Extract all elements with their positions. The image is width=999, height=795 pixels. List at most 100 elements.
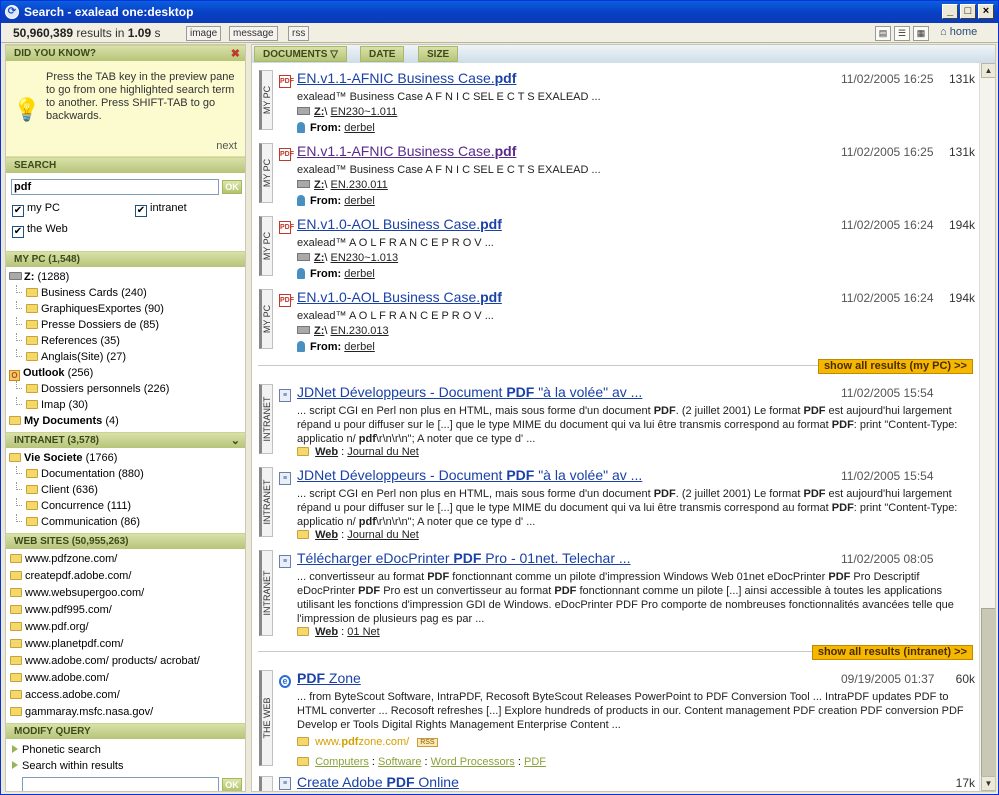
tree-item-folder[interactable]: Concurrence (111) xyxy=(6,498,245,514)
image-button[interactable]: image xyxy=(186,26,222,41)
collapse-icon[interactable]: ⌄ xyxy=(231,433,240,449)
search-ok-button[interactable]: OK xyxy=(222,180,242,194)
web-sites-header[interactable]: WEB SITES (50,955,263) xyxy=(6,533,245,549)
tree-item-folder[interactable]: Presse Dossiers de (85) xyxy=(6,317,245,333)
show-all-my-pc-button[interactable]: show all results (my PC) >> xyxy=(817,359,973,374)
crumb-link[interactable]: Word Processors xyxy=(431,756,515,768)
result-from[interactable]: From: derbel xyxy=(297,341,375,353)
result-title-link[interactable]: EN.v1.1-AFNIC Business Case.pdf xyxy=(297,143,516,159)
results-panel: DOCUMENTS ▽ DATE SIZE MY PC PDF EN.v1.1-… xyxy=(251,44,996,792)
site-item[interactable]: www.planetpdf.com/ xyxy=(6,636,245,653)
site-item[interactable]: access.adobe.com/ xyxy=(6,687,245,704)
maximize-button[interactable]: □ xyxy=(960,4,976,19)
result-item: THE WEB e PDF Zone 09/19/2005 01:37 60k … xyxy=(252,666,979,772)
site-label: www.websupergoo.com/ xyxy=(25,587,145,599)
url-text: zone.com/ xyxy=(358,736,410,748)
view-detail-icon[interactable]: ▤ xyxy=(875,26,891,41)
sort-size-button[interactable]: SIZE xyxy=(418,46,459,62)
result-path[interactable]: Z:\ EN.230.013 xyxy=(297,325,389,337)
checkbox-the-web[interactable]: ✔ the Web xyxy=(12,223,68,238)
result-title-link[interactable]: EN.v1.0-AOL Business Case.pdf xyxy=(297,216,502,232)
result-url[interactable]: www.pdfzone.com/RSS xyxy=(297,736,438,748)
result-from[interactable]: From: derbel xyxy=(297,122,375,134)
result-from[interactable]: From: derbel xyxy=(297,268,375,280)
sort-documents-button[interactable]: DOCUMENTS ▽ xyxy=(254,46,347,62)
tree-item-outlook[interactable]: O Outlook (256) xyxy=(6,365,245,381)
site-item[interactable]: gammaray.msfc.nasa.gov/ xyxy=(6,704,245,721)
checkbox-my-pc[interactable]: ✔ my PC xyxy=(12,202,60,217)
tree-item-folder[interactable]: Business Cards (240) xyxy=(6,285,245,301)
site-link: Journal du Net xyxy=(347,529,419,541)
crumb-link[interactable]: PDF xyxy=(524,756,546,768)
path-file: EN230~1.011 xyxy=(330,106,398,118)
result-title-link[interactable]: JDNet Développeurs - Document PDF "à la … xyxy=(297,384,642,400)
site-item[interactable]: www.adobe.com/ products/ acrobat/ xyxy=(6,653,245,670)
intranet-header[interactable]: INTRANET (3,578) ⌄ xyxy=(6,432,245,448)
result-category[interactable]: Web : Journal du Net xyxy=(297,446,419,458)
tree-item-folder[interactable]: Documentation (880) xyxy=(6,466,245,482)
result-title-link[interactable]: PDF Zone xyxy=(297,670,361,686)
close-button[interactable]: × xyxy=(978,4,994,19)
search-within-link[interactable]: Search within results xyxy=(12,760,124,772)
site-item[interactable]: createpdf.adobe.com/ xyxy=(6,568,245,585)
category-breadcrumb: Computers : Software : Word Processors :… xyxy=(297,756,546,768)
message-button[interactable]: message xyxy=(229,26,278,41)
site-item[interactable]: www.pdf.org/ xyxy=(6,619,245,636)
result-path[interactable]: Z:\ EN.230.011 xyxy=(297,179,388,191)
crumb-link[interactable]: Computers xyxy=(315,756,369,768)
close-tip-icon[interactable]: ✖ xyxy=(231,46,240,62)
folder-icon xyxy=(26,517,38,526)
my-pc-header[interactable]: MY PC (1,548) xyxy=(6,251,245,267)
site-item[interactable]: www.adobe.com/ xyxy=(6,670,245,687)
tree-item-folder[interactable]: GraphiquesExportes (90) xyxy=(6,301,245,317)
home-button[interactable]: ⌂ home xyxy=(940,26,977,41)
check-icon: ✔ xyxy=(12,205,24,217)
rss-badge[interactable]: RSS xyxy=(417,738,438,747)
next-tip-link[interactable]: next xyxy=(216,140,237,152)
result-from[interactable]: From: derbel xyxy=(297,195,375,207)
folder-name: Concurrence xyxy=(41,500,104,512)
result-category[interactable]: Web : 01 Net xyxy=(297,626,380,638)
tree-item-folder[interactable]: Imap (30) xyxy=(6,397,245,413)
checkbox-intranet[interactable]: ✔ intranet xyxy=(135,202,187,217)
tree-item-drive[interactable]: Z: (1288) xyxy=(6,269,245,285)
result-title-link[interactable]: Create Adobe PDF Online xyxy=(297,774,459,790)
result-path[interactable]: Z:\ EN230~1.011 xyxy=(297,106,397,118)
result-category[interactable]: Web : Journal du Net xyxy=(297,529,419,541)
search-input[interactable] xyxy=(11,179,219,195)
minimize-button[interactable]: _ xyxy=(942,4,958,19)
tree-item-folder[interactable]: Anglais(Site) (27) xyxy=(6,349,245,365)
view-grid-icon[interactable]: ▦ xyxy=(913,26,929,41)
result-path[interactable]: Z:\ EN230~1.013 xyxy=(297,252,398,264)
pdf-icon: PDF xyxy=(279,148,294,161)
tree-item-folder[interactable]: References (35) xyxy=(6,333,245,349)
vertical-scrollbar[interactable]: ▲ ▼ xyxy=(979,63,995,791)
result-title-link[interactable]: Télécharger eDocPrinter PDF Pro - 01net.… xyxy=(297,550,631,566)
site-item[interactable]: www.pdf995.com/ xyxy=(6,602,245,619)
site-item[interactable]: www.pdfzone.com/ xyxy=(6,551,245,568)
site-label: access.adobe.com/ xyxy=(25,689,120,701)
site-item[interactable]: www.websupergoo.com/ xyxy=(6,585,245,602)
path-separator: \ xyxy=(324,252,328,264)
scroll-thumb[interactable] xyxy=(981,608,995,778)
tree-item-my-documents[interactable]: My Documents (4) xyxy=(6,413,245,429)
user-icon xyxy=(297,122,305,133)
sort-date-button[interactable]: DATE xyxy=(360,46,405,62)
tree-item-folder[interactable]: Communication (86) xyxy=(6,514,245,530)
search-within-input[interactable] xyxy=(22,777,219,791)
tree-item-vie-societe[interactable]: Vie Societe (1766) xyxy=(6,450,245,466)
search-within-ok-button[interactable]: OK xyxy=(222,778,242,791)
result-title-link[interactable]: JDNet Développeurs - Document PDF "à la … xyxy=(297,467,642,483)
scroll-down-icon[interactable]: ▼ xyxy=(981,776,995,791)
result-title-link[interactable]: EN.v1.0-AOL Business Case.pdf xyxy=(297,289,502,305)
scroll-up-icon[interactable]: ▲ xyxy=(981,63,995,78)
category-link: Web xyxy=(315,626,339,638)
show-all-intranet-button[interactable]: show all results (intranet) >> xyxy=(811,645,973,660)
crumb-link[interactable]: Software xyxy=(378,756,421,768)
result-title-link[interactable]: EN.v1.1-AFNIC Business Case.pdf xyxy=(297,70,516,86)
rss-button[interactable]: rss xyxy=(288,26,310,41)
tree-item-folder[interactable]: Client (636) xyxy=(6,482,245,498)
tree-item-folder[interactable]: Dossiers personnels (226) xyxy=(6,381,245,397)
view-list-icon[interactable]: ☰ xyxy=(894,26,910,41)
phonetic-search-link[interactable]: Phonetic search xyxy=(12,744,101,756)
